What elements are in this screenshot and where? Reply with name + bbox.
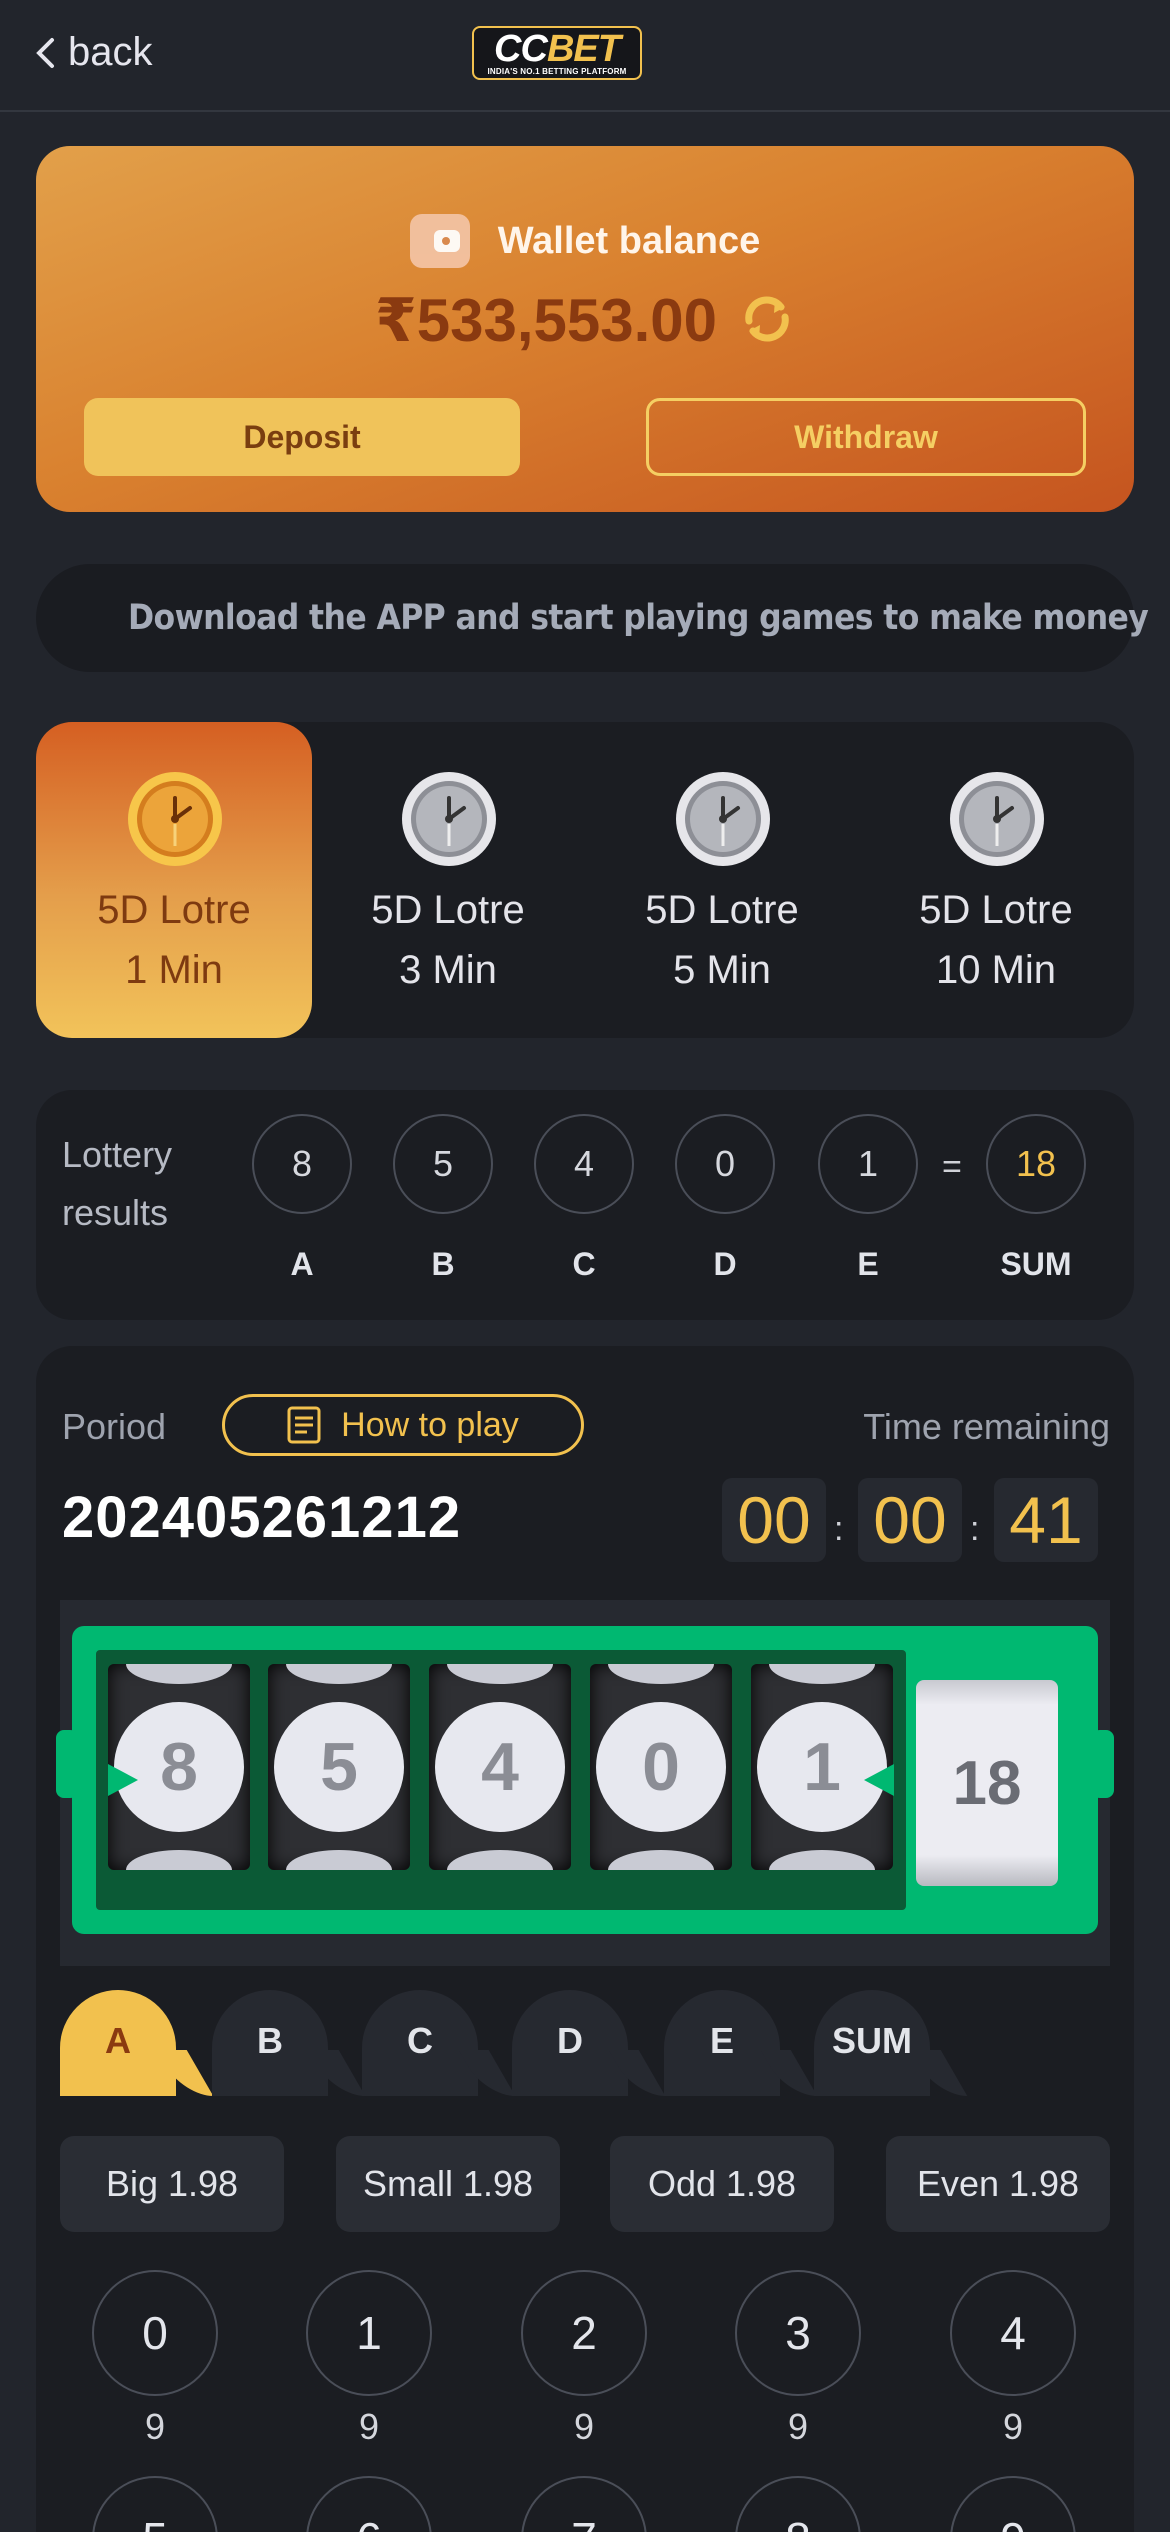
clock-icon [950, 772, 1044, 866]
chevron-left-icon [36, 37, 54, 68]
number-ball-4[interactable]: 4 [950, 2270, 1076, 2396]
withdraw-button[interactable]: Withdraw [646, 398, 1086, 476]
result-label: D [713, 1246, 737, 1282]
tab-position-e[interactable]: E [664, 1990, 804, 2096]
wallet-icon [409, 214, 470, 268]
tab-position-a[interactable]: A [60, 1990, 200, 2096]
deposit-button[interactable]: Deposit [84, 398, 520, 476]
machine-sum: 18 [916, 1680, 1058, 1886]
period-number: 202405261212 [62, 1485, 462, 1550]
how-to-play-button[interactable]: How to play [222, 1394, 584, 1456]
clock-icon [402, 772, 496, 866]
tab-position-b[interactable]: B [212, 1990, 352, 2096]
timer-colon: : [834, 1510, 844, 1548]
pointer-right-icon [864, 1764, 894, 1796]
lottery-results: Lottery results 8 5 4 0 1 = 18 A B C D E… [36, 1090, 1134, 1320]
timer-colon: : [970, 1510, 980, 1548]
number-odds: 9 [573, 2406, 595, 2447]
clock-icon [128, 772, 222, 866]
ccbet-logo: CCBET INDIA'S NO.1 BETTING PLATFORM [472, 26, 642, 80]
number-ball-1[interactable]: 1 [306, 2270, 432, 2396]
wallet-card: Wallet balance ₹533,553.00 Deposit Withd… [36, 146, 1134, 512]
top-bar: back CCBET INDIA'S NO.1 BETTING PLATFORM [0, 0, 1170, 112]
reel: 4 [429, 1664, 571, 1870]
result-sum: 18 [986, 1114, 1086, 1214]
result-ball: 5 [393, 1114, 493, 1214]
results-title: Lottery results [62, 1134, 173, 1233]
wallet-title: Wallet balance [497, 219, 761, 262]
wallet-balance: ₹533,553.00 [374, 287, 718, 354]
notice-bar: Download the APP and start playing games… [36, 564, 1149, 672]
tab-position-sum[interactable]: SUM [814, 1990, 954, 2096]
result-ball: 8 [252, 1114, 352, 1214]
result-label: E [857, 1246, 879, 1282]
timer-minutes: 00 [858, 1478, 962, 1562]
bet-even-button[interactable]: Even 1.98 [886, 2136, 1110, 2232]
tab-5d-10min[interactable]: 5D Lotre 10 Min [858, 722, 1134, 1038]
number-odds: 9 [1002, 2406, 1024, 2447]
back-label: back [68, 30, 153, 74]
bet-small-button[interactable]: Small 1.98 [336, 2136, 560, 2232]
number-odds: 9 [787, 2406, 809, 2447]
slot-machine: 8 5 4 0 1 18 [72, 1626, 1098, 1934]
number-ball-0[interactable]: 0 [92, 2270, 218, 2396]
reel: 5 [268, 1664, 410, 1870]
tab-position-d[interactable]: D [512, 1990, 652, 2096]
result-label: B [431, 1246, 455, 1282]
result-label: A [290, 1246, 314, 1282]
clock-icon [676, 772, 770, 866]
result-ball: 4 [534, 1114, 634, 1214]
tab-5d-1min[interactable]: 5D Lotre 1 Min [36, 722, 312, 1038]
reel: 0 [590, 1664, 732, 1870]
time-remaining-label: Time remaining [863, 1406, 1110, 1447]
game-mode-tabs: 5D Lotre 1 Min 5D Lotre 3 Min 5D Lotre 5 Mi… [36, 722, 1134, 1038]
result-ball: 0 [675, 1114, 775, 1214]
result-label: SUM [1000, 1246, 1072, 1282]
notice-text: Download the APP and start playing games… [128, 598, 1149, 638]
bet-odd-button[interactable]: Odd 1.98 [610, 2136, 834, 2232]
result-label: C [572, 1246, 596, 1282]
equals-sign: = [942, 1148, 962, 1186]
number-ball-2[interactable]: 2 [521, 2270, 647, 2396]
timer-hours: 00 [722, 1478, 826, 1562]
tab-5d-5min[interactable]: 5D Lotre 5 Min [584, 722, 860, 1038]
pointer-left-icon [108, 1764, 138, 1796]
rules-icon [287, 1406, 321, 1444]
number-ball-3[interactable]: 3 [735, 2270, 861, 2396]
result-ball: 1 [818, 1114, 918, 1214]
tab-position-c[interactable]: C [362, 1990, 502, 2096]
refresh-icon[interactable] [739, 291, 795, 352]
number-odds: 9 [358, 2406, 380, 2447]
bet-big-button[interactable]: Big 1.98 [60, 2136, 284, 2232]
tab-5d-3min[interactable]: 5D Lotre 3 Min [310, 722, 586, 1038]
number-odds: 9 [144, 2406, 166, 2447]
back-button[interactable]: back [34, 30, 153, 75]
period-label: Poriod [62, 1406, 167, 1447]
timer-seconds: 41 [994, 1478, 1098, 1562]
